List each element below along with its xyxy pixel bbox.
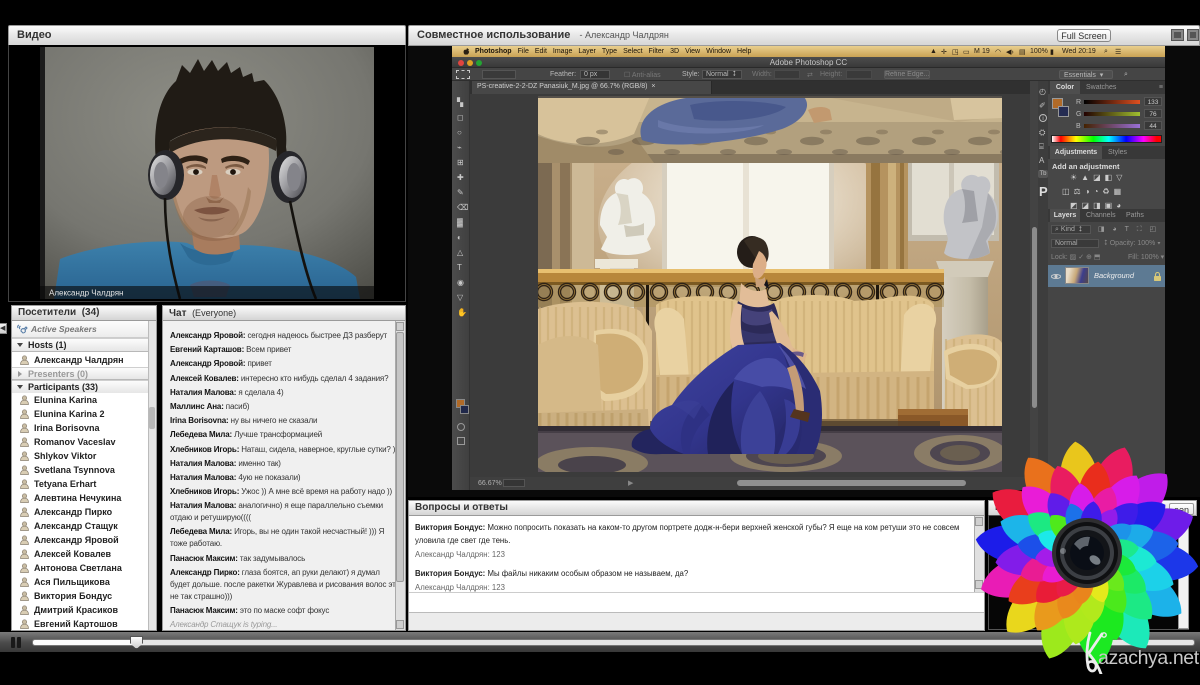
svg-text:azachya.net: azachya.net	[1098, 647, 1200, 669]
svg-text:Александр Чалдрян: Александр Чалдрян	[49, 289, 123, 298]
